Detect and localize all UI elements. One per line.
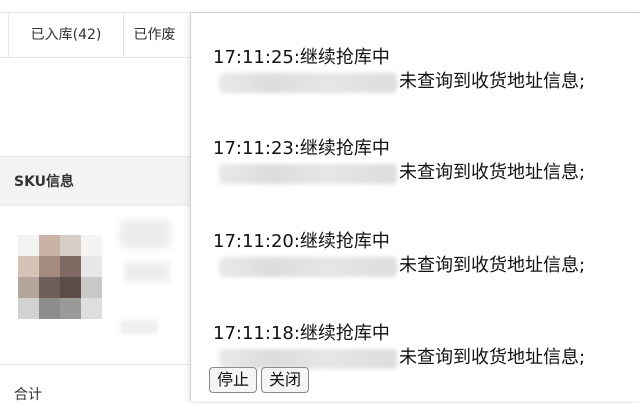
log-message: 未查询到收货地址信息; [399,162,586,183]
grab-log-dialog: 17:11:25:继续抢库中 未查询到收货地址信息; 17:11:23:继续抢库… [190,12,640,401]
redacted-sku-text [120,320,158,334]
log-detail: 未查询到收货地址信息; [213,162,633,186]
log-message: 未查询到收货地址信息; [399,347,586,368]
log-message: 未查询到收货地址信息; [399,255,586,276]
sku-section-title: SKU信息 [14,174,75,190]
divider [0,364,192,365]
redacted-sku-text [120,220,170,248]
total-label: 合计 [14,387,42,403]
log-entry: 17:11:23:继续抢库中 未查询到收货地址信息; [213,138,633,186]
tab-voided[interactable]: 已作废 [124,13,201,57]
sku-section-header: SKU信息 [0,156,192,206]
redacted-text [219,164,397,184]
close-button[interactable]: 关闭 [261,367,310,393]
log-time-line: 17:11:23:继续抢库中 [213,138,390,159]
redacted-sku-text [124,262,170,282]
log-detail: 未查询到收货地址信息; [213,255,633,279]
redacted-text [219,73,397,93]
stop-button[interactable]: 停止 [209,367,258,393]
log-time-line: 17:11:25:继续抢库中 [213,47,390,68]
log-time-line: 17:11:18:继续抢库中 [213,323,390,344]
product-thumbnail[interactable] [18,235,102,319]
log-entry: 17:11:20:继续抢库中 未查询到收货地址信息; [213,231,633,279]
log-message: 未查询到收货地址信息; [399,71,586,92]
log-detail: 未查询到收货地址信息; [213,71,633,95]
tab-previous[interactable] [0,13,10,57]
redacted-text [219,257,397,277]
log-time-line: 17:11:20:继续抢库中 [213,231,390,252]
log-entry: 17:11:25:继续抢库中 未查询到收货地址信息; [213,47,633,95]
tab-stocked[interactable]: 已入库(42) [9,13,124,57]
log-entry: 17:11:18:继续抢库中 未查询到收货地址信息; [213,323,633,371]
dialog-button-bar: 停止 关闭 [209,367,310,393]
status-tabs: 已入库(42) 已作废 [0,12,201,58]
redacted-text [219,349,397,369]
